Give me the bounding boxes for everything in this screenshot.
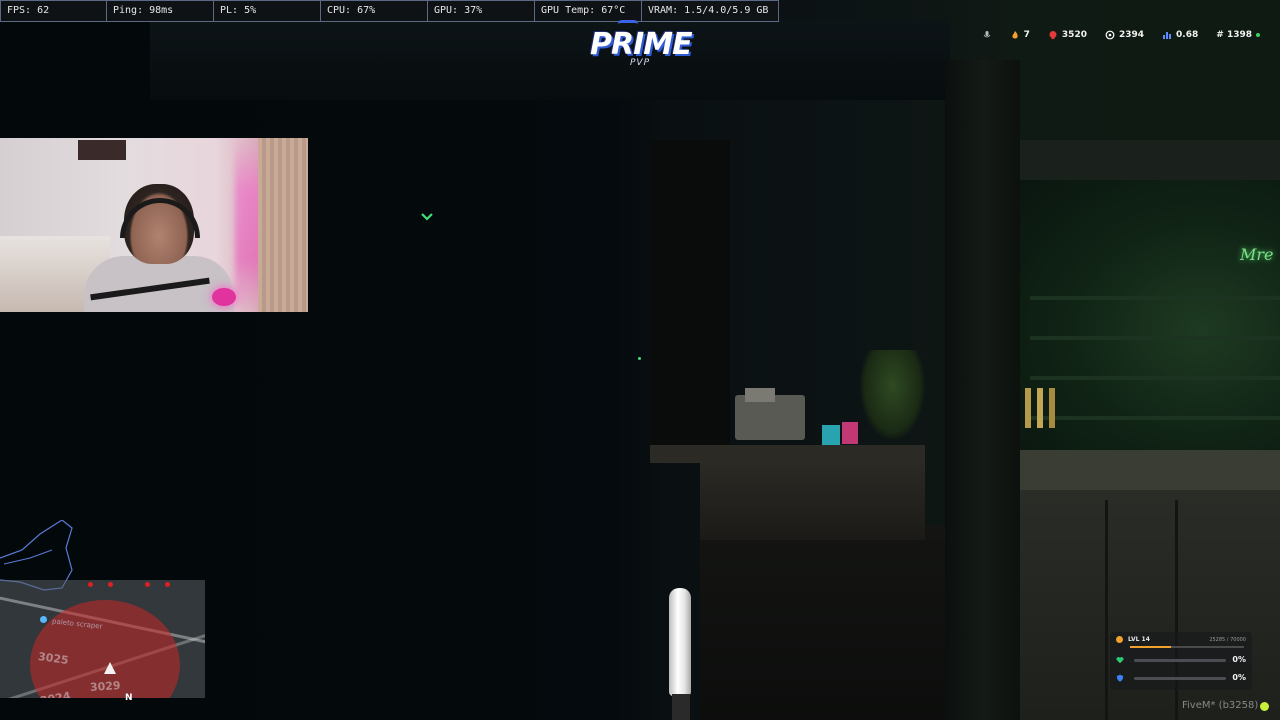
streak-value: 7 [1023, 30, 1030, 40]
cpu-readout: CPU: 67% [321, 0, 428, 22]
cash-register-display [745, 388, 775, 402]
ping-readout: Ping: 98ms [107, 0, 214, 22]
player-arrow-icon [104, 662, 116, 674]
potted-plant [860, 350, 925, 440]
streak-stat: 7 [1010, 30, 1030, 40]
gpu-readout: GPU: 37% [428, 0, 535, 22]
acoustic-panel [258, 138, 308, 312]
cyan-box [822, 425, 840, 445]
level-label: LVL 14 [1128, 636, 1150, 643]
shield-icon [1116, 674, 1124, 682]
target-icon [1105, 30, 1115, 40]
kills-value: 3520 [1061, 30, 1087, 40]
enemy-blip [88, 582, 93, 587]
minimap: paleto scraper 3025 3029 3024 [0, 580, 205, 698]
kd-stat: 0.68 [1162, 30, 1198, 40]
game-viewport: Mre FPS: 62 Ping: 98ms PL: 5% CPU: 67% G… [0, 0, 1280, 720]
rank-value: # 1398 [1216, 30, 1252, 40]
kills-stat: 3520 [1048, 30, 1087, 40]
flame-icon [1012, 31, 1018, 39]
ceiling [150, 20, 950, 100]
enemy-blip [108, 582, 113, 587]
armor-value: 0% [1232, 673, 1246, 682]
level-row: LVL 14 [1116, 636, 1150, 643]
fivem-watermark: FiveM* (b3258) [1182, 700, 1259, 711]
kd-value: 0.68 [1176, 30, 1199, 40]
performance-overlay: FPS: 62 Ping: 98ms PL: 5% CPU: 67% GPU: … [0, 0, 779, 22]
enemy-blip [165, 582, 170, 587]
health-value: 0% [1232, 655, 1246, 664]
doorway [650, 140, 730, 460]
player-status-panel: LVL 14 25285 / 70000 0% 0% [1110, 632, 1252, 690]
health-bar [1134, 659, 1226, 662]
rank-stat: # 1398 [1216, 30, 1260, 40]
compass-north: N [125, 693, 133, 703]
map-label: 3029 [89, 678, 122, 695]
wall-picture [78, 140, 126, 160]
weapon-grip [672, 694, 690, 720]
ceiling-beam [1020, 140, 1280, 180]
bar-shelves [1030, 260, 1280, 420]
pillar [945, 60, 1020, 720]
crosshair [638, 357, 641, 360]
deaths-value: 2394 [1118, 30, 1145, 40]
skull-icon [1049, 31, 1057, 39]
xp-label: 25285 / 70000 [1209, 637, 1246, 643]
packet-loss-readout: PL: 5% [214, 0, 321, 22]
microphone [212, 288, 236, 306]
xp-bar [1130, 646, 1244, 648]
bottles [1025, 388, 1059, 428]
neon-sign: Mre [1240, 245, 1274, 264]
enemy-blip [145, 582, 150, 587]
deaths-stat: 2394 [1105, 30, 1144, 40]
webcam-overlay [0, 138, 308, 312]
bar-chart-icon [1163, 32, 1172, 39]
counter-front [700, 460, 925, 540]
logo-title: PRIME [590, 27, 693, 62]
counter-base [700, 525, 960, 720]
fps-readout: FPS: 62 [0, 0, 107, 22]
player-stats-bar: 7 3520 2394 0.68 # 1398 [982, 30, 1260, 40]
fivem-status-icon [1260, 702, 1269, 711]
vram-readout: VRAM: 1.5/4.0/5.9 GB [642, 0, 779, 22]
microphone-icon [983, 31, 990, 38]
bar-counter [1010, 450, 1280, 490]
online-status-icon [1256, 33, 1260, 37]
xp-bar-fill [1130, 646, 1172, 648]
held-weapon [669, 588, 691, 696]
armor-bar [1134, 677, 1226, 680]
chevron-down-icon [421, 213, 433, 221]
map-blip [40, 616, 47, 623]
cabinet-divider [1105, 500, 1108, 720]
server-logo: PRIME PVP [590, 27, 693, 88]
counter-top [650, 445, 925, 463]
gpu-temp-readout: GPU Temp: 67°C [535, 0, 642, 22]
heart-icon [1116, 657, 1124, 664]
pink-box [842, 422, 858, 444]
star-icon [1116, 636, 1123, 643]
voice-indicator [982, 30, 992, 40]
